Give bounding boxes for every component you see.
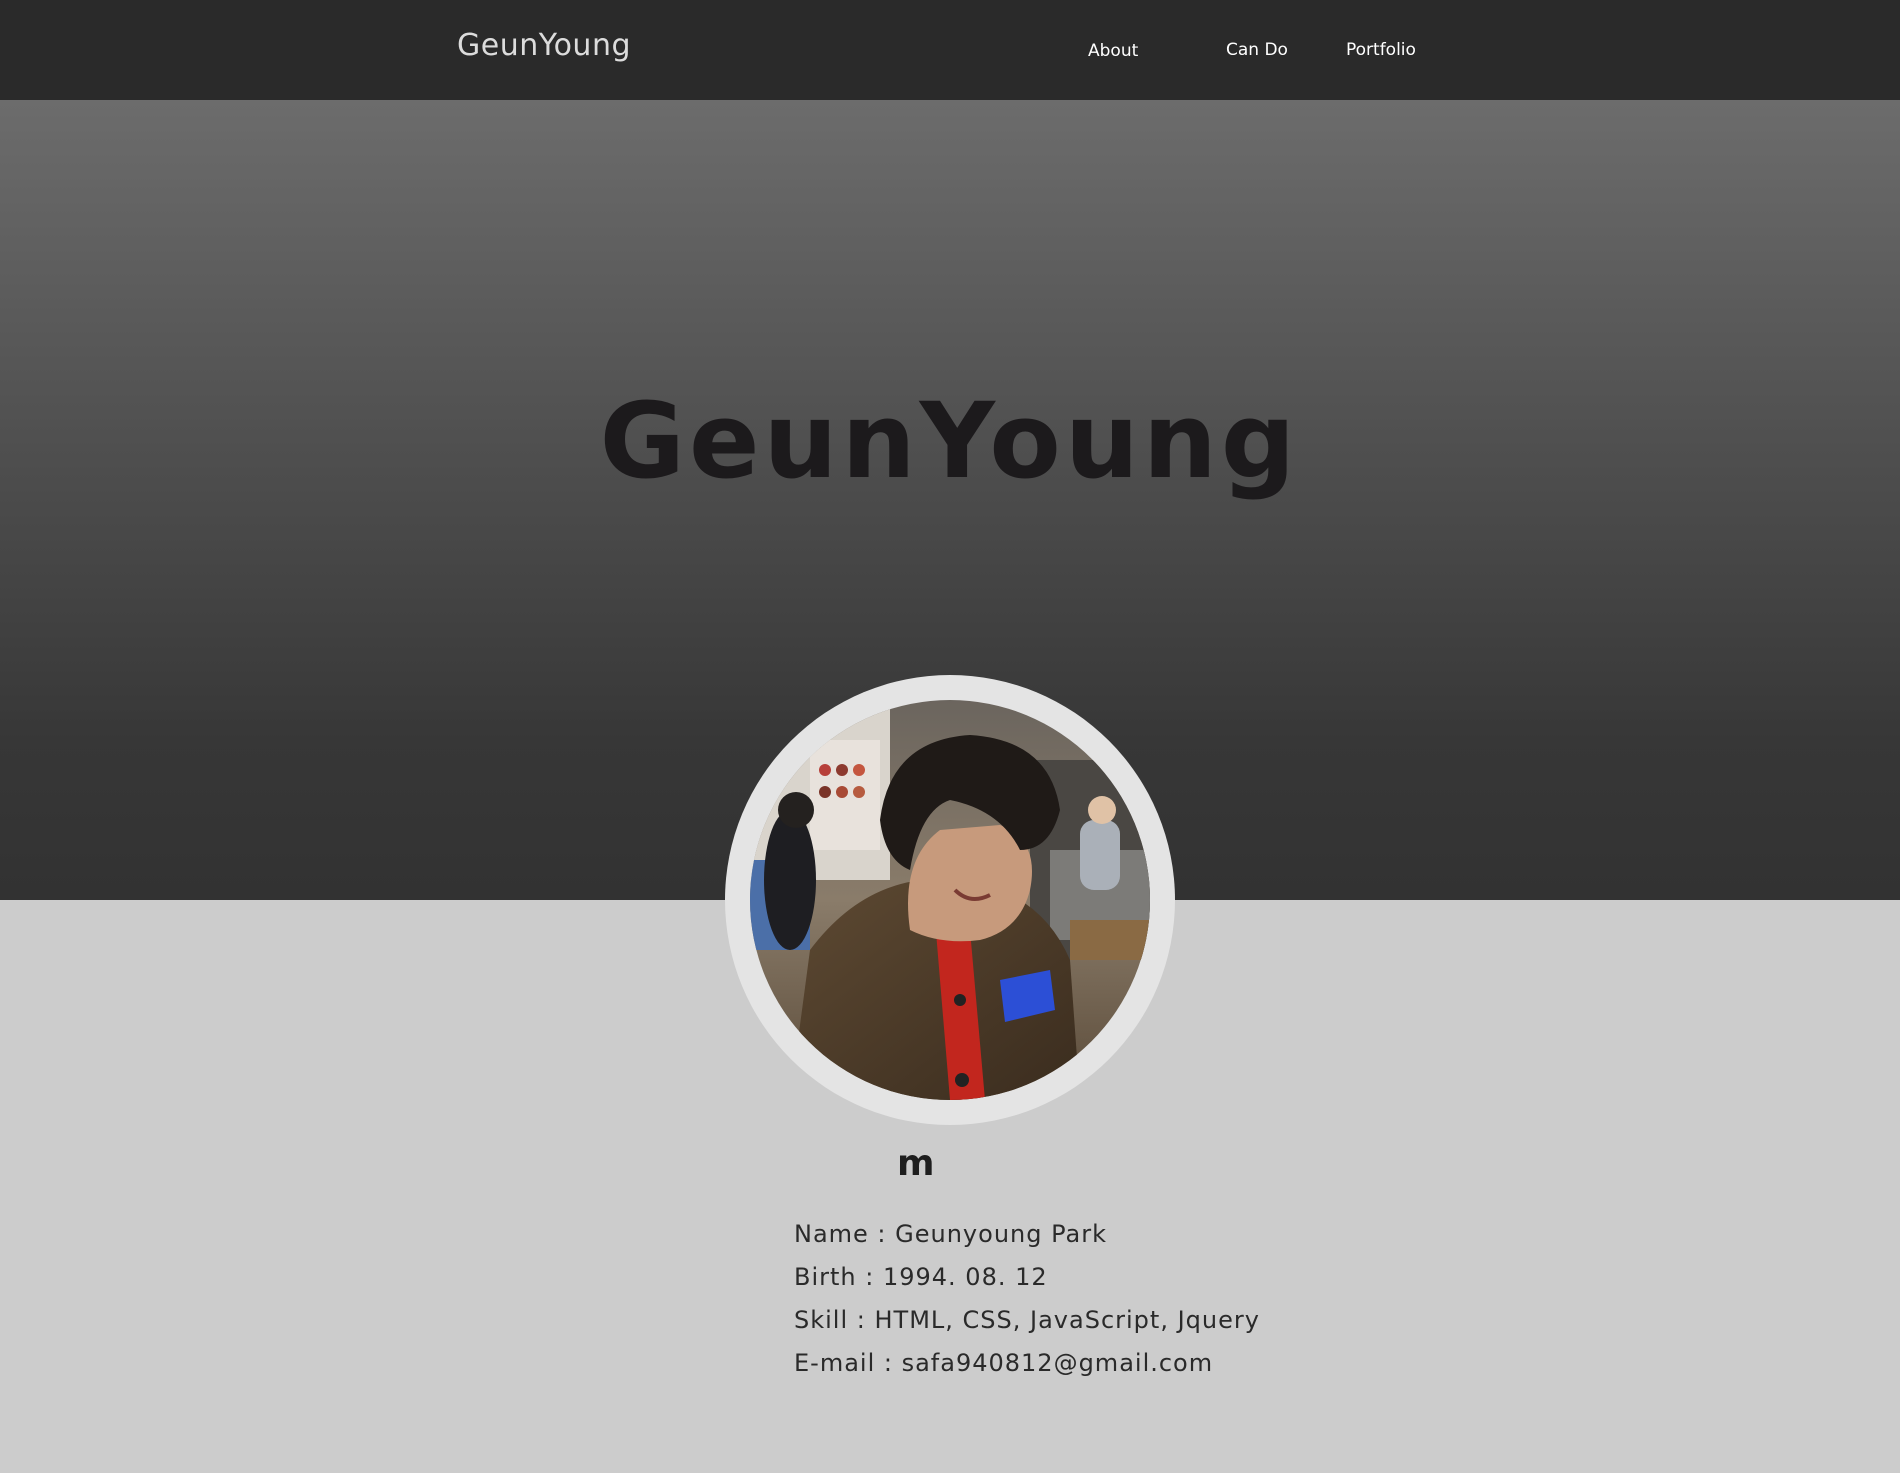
nav-link-about[interactable]: About — [1088, 41, 1138, 61]
info-skill: Skill : HTML, CSS, JavaScript, Jquery — [794, 1306, 1260, 1334]
about-section-heading: m — [897, 1143, 935, 1184]
brand-logo-link[interactable]: GeunYoung — [457, 28, 631, 63]
profile-photo-frame — [725, 675, 1175, 1125]
nav-link-can-do[interactable]: Can Do — [1226, 40, 1288, 60]
top-navbar: GeunYoung About Can Do Portfolio — [0, 0, 1900, 100]
hero-title: GeunYoung — [599, 380, 1300, 502]
info-name: Name : Geunyoung Park — [794, 1220, 1107, 1248]
nav-link-portfolio[interactable]: Portfolio — [1346, 40, 1416, 60]
profile-photo — [750, 700, 1150, 1100]
info-birth: Birth : 1994. 08. 12 — [794, 1263, 1048, 1291]
profile-info-list: Name : Geunyoung Park Birth : 1994. 08. … — [794, 1220, 1260, 1392]
info-email: E-mail : safa940812@gmail.com — [794, 1349, 1214, 1377]
